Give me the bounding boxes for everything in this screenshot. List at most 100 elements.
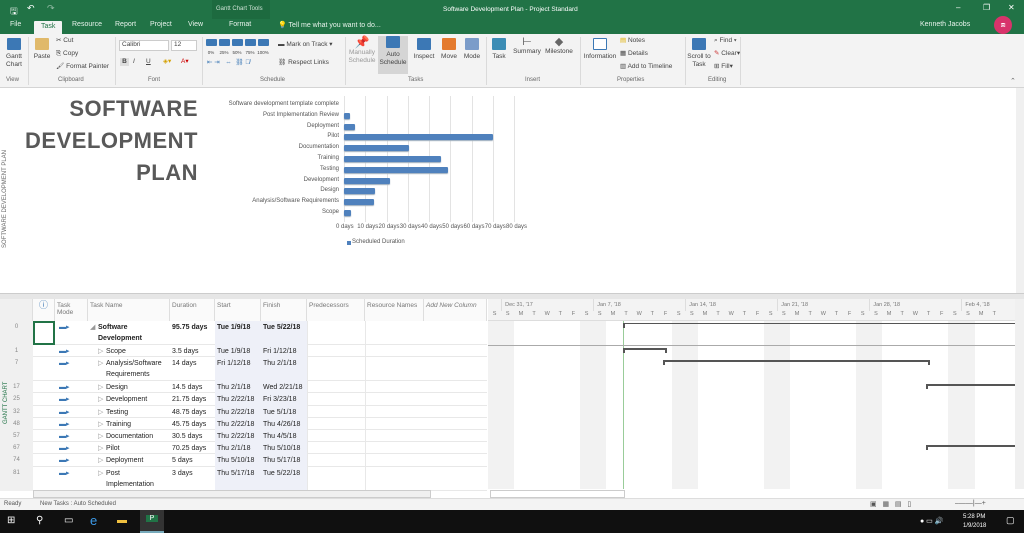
gantt-vertical-scrollbar[interactable] [1015, 299, 1024, 489]
manually-schedule-button[interactable]: 📌 Manually Schedule [347, 36, 377, 65]
predecessors-cell[interactable] [307, 381, 365, 394]
tell-me-search[interactable]: 💡 Tell me what you want to do... [278, 21, 381, 29]
duration-cell[interactable]: 21.75 days [170, 393, 215, 406]
tab-report[interactable]: Report [115, 21, 136, 28]
resource-names-cell[interactable] [365, 405, 424, 418]
predecessors-cell[interactable] [307, 405, 365, 418]
finish-cell[interactable]: Tue 5/22/18 [261, 466, 307, 491]
predecessors-cell[interactable] [307, 454, 365, 467]
summary-button[interactable]: ⊢ Summary [512, 37, 542, 56]
finish-cell[interactable]: Wed 2/21/18 [261, 381, 307, 394]
table-row[interactable]: 0 ▬▸ ◢ Software Development 95.75 days T… [0, 321, 487, 345]
finish-cell[interactable]: Thu 4/26/18 [261, 417, 307, 430]
resource-names-cell[interactable] [365, 430, 424, 443]
start-cell[interactable]: Fri 1/12/18 [215, 357, 261, 382]
zoom-slider[interactable]: –——|—+ [955, 500, 986, 507]
tab-format[interactable]: Format [229, 21, 251, 28]
start-cell[interactable]: Thu 2/22/18 [215, 393, 261, 406]
duration-cell[interactable]: 14.5 days [170, 381, 215, 394]
undo-icon[interactable]: ↶ [27, 3, 35, 14]
resource-names-cell[interactable] [365, 393, 424, 406]
row-number[interactable]: 0 [0, 321, 33, 345]
tab-resource[interactable]: Resource [72, 21, 102, 28]
cut-button[interactable]: ✂ Cut [56, 37, 73, 45]
clock-date[interactable]: 1/9/2018 [963, 523, 986, 529]
task-view-icon[interactable]: ▭ [64, 515, 73, 526]
tab-task[interactable]: Task [34, 21, 63, 34]
resource-names-cell[interactable] [365, 321, 424, 345]
header-task-name[interactable]: Task Name [88, 299, 170, 321]
font-color-icon[interactable]: A▾ [181, 58, 189, 66]
predecessors-cell[interactable] [307, 442, 365, 455]
gantt-chart-button[interactable]: Gantt Chart [3, 38, 25, 69]
indicator-cell[interactable] [33, 467, 55, 491]
tab-file[interactable]: File [10, 21, 21, 28]
finish-cell[interactable]: Thu 5/17/18 [261, 454, 307, 467]
user-name[interactable]: Kenneth Jacobs [920, 21, 970, 28]
indicator-cell[interactable] [33, 430, 55, 442]
predecessors-cell[interactable] [307, 393, 365, 406]
resource-names-cell[interactable] [365, 466, 424, 491]
header-add-new-column[interactable]: Add New Column [424, 299, 487, 321]
redo-icon[interactable]: ↷ [47, 3, 55, 14]
clock-time[interactable]: 5:28 PM [963, 514, 985, 520]
row-number[interactable]: 74 [0, 454, 33, 467]
copy-button[interactable]: ⎘ Copy [56, 50, 78, 58]
save-icon[interactable]: 🖫 [10, 4, 18, 20]
predecessors-cell[interactable] [307, 357, 365, 382]
bold-button[interactable]: B [120, 58, 129, 66]
indent-icons[interactable]: ⇤ ⇥ ⇔ ⛓ ⛓̸ [207, 59, 250, 67]
header-finish[interactable]: Finish [261, 299, 307, 321]
header-duration[interactable]: Duration [170, 299, 215, 321]
mode-button[interactable]: Mode [461, 38, 483, 61]
report-scrollbar[interactable] [1016, 88, 1024, 293]
start-cell[interactable]: Thu 2/22/18 [215, 417, 261, 430]
row-number[interactable]: 1 [0, 345, 33, 358]
new-tasks-mode[interactable]: New Tasks : Auto Scheduled [40, 501, 116, 507]
duration-cell[interactable]: 30.5 days [170, 430, 215, 443]
start-icon[interactable]: ⊞ [7, 515, 15, 526]
notifications-icon[interactable]: ▢ [1006, 515, 1015, 526]
indicator-cell[interactable] [33, 442, 55, 454]
header-start[interactable]: Start [215, 299, 261, 321]
indicators-header[interactable]: ⓘ [33, 299, 55, 321]
predecessors-cell[interactable] [307, 466, 365, 491]
fill-button[interactable]: ⊞ Fill▾ [714, 63, 733, 71]
start-cell[interactable]: Thu 5/17/18 [215, 466, 261, 491]
move-button[interactable]: Move [438, 38, 460, 61]
paste-button[interactable]: Paste [32, 38, 52, 61]
indicator-cell[interactable] [33, 393, 55, 405]
header-resource-names[interactable]: Resource Names [365, 299, 424, 321]
predecessors-cell[interactable] [307, 321, 365, 345]
italic-button[interactable]: I [133, 58, 135, 66]
table-row[interactable]: 7 ▬▸ ▷ Analysis/Software Requirements 14… [0, 357, 487, 382]
search-icon[interactable]: ⚲ [36, 515, 43, 526]
finish-cell[interactable]: Tue 5/1/18 [261, 405, 307, 418]
resource-names-cell[interactable] [365, 454, 424, 467]
table-horizontal-scrollbar[interactable] [33, 490, 431, 498]
indicator-cell[interactable] [33, 454, 55, 466]
insert-task-button[interactable]: Task [488, 38, 510, 61]
indicator-cell[interactable] [33, 345, 55, 357]
clear-button[interactable]: ✎ Clear▾ [714, 50, 740, 58]
predecessors-cell[interactable] [307, 345, 365, 358]
start-cell[interactable]: Thu 2/22/18 [215, 405, 261, 418]
find-button[interactable]: ⌕ Find ▾ [714, 37, 737, 45]
minimize-button[interactable]: – [956, 3, 960, 12]
restore-button[interactable]: ❐ [983, 3, 990, 12]
start-cell[interactable]: Tue 1/9/18 [215, 321, 261, 345]
table-row[interactable]: 67 ▬▸ ▷ Pilot 70.25 days Thu 2/1/18 Thu … [0, 442, 487, 455]
underline-button[interactable]: U [146, 58, 151, 66]
resource-names-cell[interactable] [365, 442, 424, 455]
gantt-horizontal-scrollbar[interactable] [490, 490, 625, 498]
row-number[interactable]: 57 [0, 430, 33, 443]
information-button[interactable]: Information [582, 38, 618, 61]
project-app-icon[interactable]: P [140, 510, 164, 533]
task-name-cell[interactable]: Development [104, 393, 168, 406]
duration-cell[interactable]: 70.25 days [170, 442, 215, 455]
finish-cell[interactable]: Thu 5/10/18 [261, 442, 307, 455]
mark-on-track-button[interactable]: ▬ Mark on Track ▾ [278, 41, 333, 49]
start-cell[interactable]: Thu 5/10/18 [215, 454, 261, 467]
task-name-cell[interactable]: Pilot [104, 442, 168, 455]
details-button[interactable]: ▦ Details [620, 50, 648, 58]
